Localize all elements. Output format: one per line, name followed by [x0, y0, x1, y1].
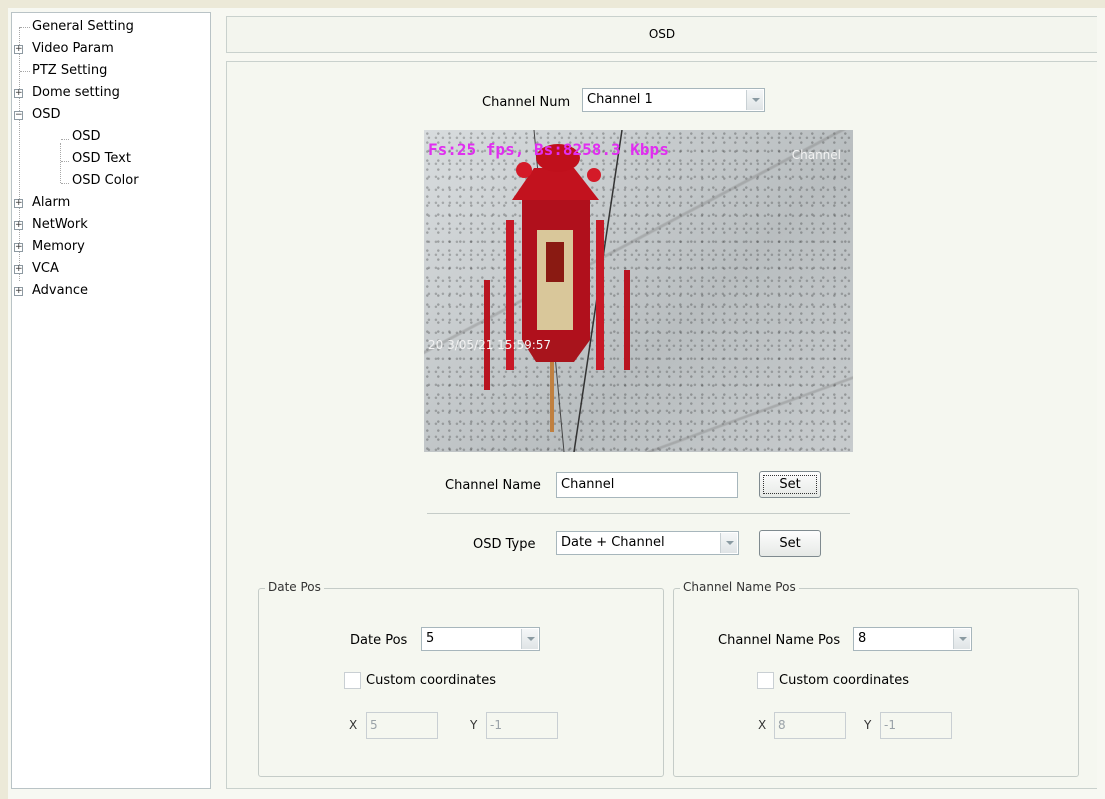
dropdown-arrow-icon[interactable]: [953, 629, 970, 649]
tree-item-osd-text[interactable]: OSD Text: [70, 148, 131, 170]
expand-icon[interactable]: +: [14, 221, 23, 230]
dropdown-arrow-icon[interactable]: [746, 90, 763, 110]
date-y-input[interactable]: -1: [486, 712, 558, 739]
tree-item-vca[interactable]: VCA: [30, 258, 59, 280]
channel-y-label: Y: [864, 718, 872, 732]
date-pos-value: 5: [426, 631, 435, 646]
date-x-value: 5: [370, 718, 378, 732]
tree-item-label: Alarm: [32, 195, 71, 210]
tree-connector: [60, 143, 61, 183]
channel-num-label: Channel Num: [482, 95, 571, 110]
osd-type-label: OSD Type: [473, 537, 536, 552]
channel-name-pos-group-title: Channel Name Pos: [680, 580, 799, 594]
expand-icon[interactable]: +: [14, 89, 23, 98]
tree-item-label: OSD Text: [72, 151, 131, 166]
channel-x-label: X: [758, 718, 767, 732]
osd-type-set-button[interactable]: Set: [759, 530, 821, 557]
tree-item-memory[interactable]: Memory: [30, 236, 85, 258]
lantern-image: [484, 130, 630, 452]
channel-custom-coordinates-checkbox[interactable]: [757, 672, 774, 689]
settings-tree[interactable]: General Setting + Video Param PTZ Settin…: [11, 12, 211, 789]
page-title: OSD: [648, 27, 676, 41]
date-pos-group-title: Date Pos: [265, 580, 324, 594]
tree-connector: [20, 71, 30, 72]
expand-icon[interactable]: +: [14, 243, 23, 252]
tree-connector: [20, 27, 30, 28]
date-pos-label: Date Pos: [350, 633, 408, 648]
dropdown-arrow-icon[interactable]: [720, 533, 737, 553]
page-header: OSD: [226, 16, 1097, 53]
osd-type-value: Date + Channel: [561, 535, 665, 550]
tree-item-label: General Setting: [32, 19, 134, 34]
expand-icon[interactable]: +: [14, 45, 23, 54]
date-custom-coordinates-checkbox[interactable]: [344, 672, 361, 689]
tree-connector: [61, 183, 69, 184]
tree-item-label: NetWork: [32, 217, 88, 232]
tree-item-label: PTZ Setting: [32, 63, 108, 78]
date-overlay: 20 3/05/21 15:59:57: [428, 338, 552, 352]
tree-item-osd-color[interactable]: OSD Color: [70, 170, 139, 192]
tree-item-ptz-setting[interactable]: PTZ Setting: [30, 60, 107, 82]
channel-name-value: Channel: [561, 477, 615, 492]
divider: [427, 513, 850, 514]
date-y-value: -1: [490, 718, 502, 732]
channel-name-input[interactable]: Channel: [556, 472, 738, 498]
tree-item-dome-setting[interactable]: Dome setting: [30, 82, 120, 104]
tree-connector: [61, 161, 69, 162]
tree-item-label: OSD: [32, 107, 61, 122]
date-x-input[interactable]: 5: [366, 712, 438, 739]
channel-num-value: Channel 1: [587, 92, 653, 107]
set-button-label: Set: [779, 477, 801, 492]
channel-custom-coordinates-label: Custom coordinates: [779, 673, 910, 688]
date-custom-coordinates-label: Custom coordinates: [366, 673, 497, 688]
date-pos-select[interactable]: 5: [421, 627, 540, 651]
tree-item-advance[interactable]: Advance: [30, 280, 88, 302]
tree-item-label: Advance: [32, 283, 88, 298]
tree-item-label: Memory: [32, 239, 85, 254]
channel-name-label: Channel Name: [445, 478, 541, 493]
expand-icon[interactable]: +: [14, 265, 23, 274]
channel-name-set-button[interactable]: Set: [759, 471, 821, 498]
channel-x-input[interactable]: 8: [774, 712, 846, 739]
tree-item-network[interactable]: NetWork: [30, 214, 88, 236]
dropdown-arrow-icon[interactable]: [521, 629, 538, 649]
tree-item-label: Video Param: [32, 41, 114, 56]
tree-item-alarm[interactable]: Alarm: [30, 192, 70, 214]
date-x-label: X: [349, 718, 358, 732]
tree-item-label: OSD: [72, 129, 101, 144]
channel-name-overlay: Channel: [791, 148, 841, 162]
channel-num-select[interactable]: Channel 1: [582, 88, 765, 112]
channel-y-value: -1: [884, 718, 896, 732]
video-preview: Fs:25 fps, Bs:8258.3 Kbps Channel 20 3/0…: [424, 130, 853, 452]
tree-item-video-param[interactable]: Video Param: [30, 38, 114, 60]
bitrate-overlay: Fs:25 fps, Bs:8258.3 Kbps: [428, 140, 669, 159]
channel-y-input[interactable]: -1: [880, 712, 952, 739]
channel-x-value: 8: [778, 718, 786, 732]
collapse-icon[interactable]: −: [14, 111, 23, 120]
channel-name-pos-select[interactable]: 8: [853, 627, 972, 651]
channel-name-pos-value: 8: [858, 631, 867, 646]
tree-item-label: VCA: [32, 261, 59, 276]
channel-name-pos-label: Channel Name Pos: [718, 633, 841, 648]
tree-item-osd[interactable]: OSD: [30, 104, 61, 126]
tree-item-label: OSD Color: [72, 173, 139, 188]
tree-item-general-setting[interactable]: General Setting: [30, 16, 134, 38]
expand-icon[interactable]: +: [14, 199, 23, 208]
expand-icon[interactable]: +: [14, 287, 23, 296]
tree-item-osd-sub[interactable]: OSD: [70, 126, 101, 148]
date-y-label: Y: [470, 718, 478, 732]
set-button-label: Set: [779, 536, 801, 551]
tree-connector: [61, 139, 69, 140]
tree-item-label: Dome setting: [32, 85, 120, 100]
osd-type-select[interactable]: Date + Channel: [556, 531, 739, 555]
